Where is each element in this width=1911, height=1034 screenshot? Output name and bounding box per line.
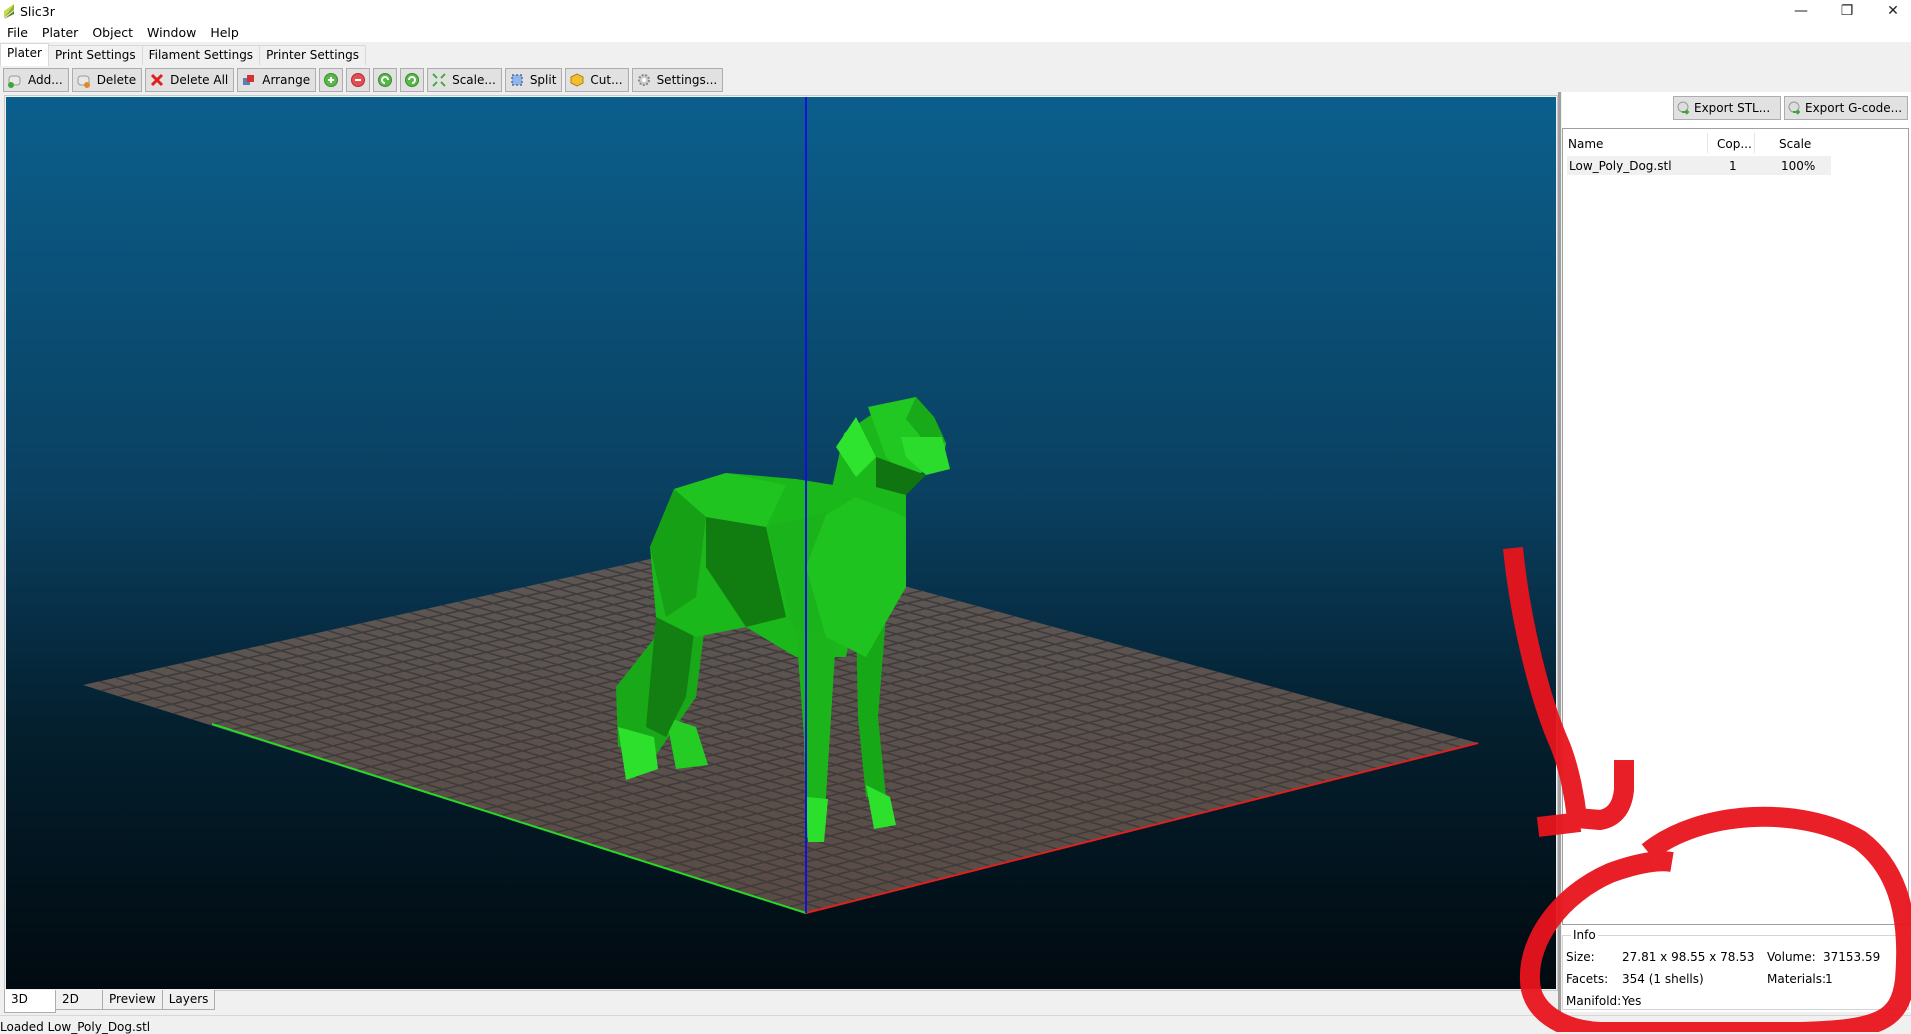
menu-object[interactable]: Object — [85, 24, 140, 42]
title-bar — [0, 0, 1911, 24]
minimize-icon: — — [1794, 3, 1808, 19]
object-list[interactable]: Name Cop... Scale Low_Poly_Dog.stl 1 100… — [1562, 128, 1909, 925]
materials-label: Materials: — [1767, 972, 1827, 986]
object-scale: 100% — [1781, 159, 1816, 173]
volume-label: Volume: — [1767, 950, 1816, 964]
export-gcode-button[interactable]: Export G-code... — [1784, 96, 1908, 120]
volume-value: 37153.59 — [1823, 950, 1881, 964]
tab-filament-settings[interactable]: Filament Settings — [141, 45, 261, 65]
object-name[interactable]: Low_Poly_Dog.stl — [1569, 159, 1672, 173]
tab-preview[interactable]: Preview — [102, 990, 163, 1010]
close-icon: ✕ — [1887, 3, 1899, 19]
split-button[interactable]: Split — [504, 68, 563, 92]
tab-3d[interactable]: 3D — [4, 990, 56, 1013]
cut-box-icon — [570, 73, 584, 87]
materials-value: 1 — [1825, 972, 1833, 986]
panel-splitter[interactable] — [1558, 92, 1561, 1012]
tab-plater[interactable]: Plater — [0, 43, 49, 66]
menu-window[interactable]: Window — [140, 24, 203, 42]
gear-icon — [637, 74, 650, 86]
info-title: Info — [1571, 928, 1598, 942]
delete-object-icon — [77, 75, 90, 88]
arrange-icon — [243, 75, 255, 85]
export-icon — [1677, 101, 1690, 115]
more-copies-button[interactable] — [319, 68, 344, 92]
arrange-label: Arrange — [262, 73, 311, 87]
main-tabs: Plater Print Settings Filament Settings … — [0, 43, 1911, 66]
delete-label: Delete — [96, 73, 137, 87]
column-header-copies[interactable]: Cop... — [1717, 137, 1752, 151]
delete-all-button[interactable]: Delete All — [145, 68, 235, 92]
cut-button[interactable]: Cut... — [565, 68, 629, 92]
column-separator — [1707, 133, 1708, 153]
add-object-icon — [8, 75, 21, 88]
add-button[interactable]: Add... — [3, 68, 69, 92]
add-label: Add... — [28, 73, 63, 87]
export-icon — [1788, 101, 1801, 115]
settings-button[interactable]: Settings... — [631, 68, 724, 92]
tab-printer-settings[interactable]: Printer Settings — [259, 45, 367, 65]
scale-button[interactable]: Scale... — [427, 68, 502, 92]
size-value: 27.81 x 98.55 x 78.53 — [1622, 950, 1755, 964]
column-separator — [1754, 133, 1755, 153]
object-copies: 1 — [1729, 159, 1737, 173]
menu-help[interactable]: Help — [203, 24, 246, 42]
split-label: Split — [529, 73, 557, 87]
menu-file[interactable]: File — [0, 24, 35, 42]
facets-value: 354 (1 shells) — [1622, 972, 1704, 986]
rotate-ccw-icon — [378, 73, 393, 87]
restore-button[interactable]: ❐ — [1824, 0, 1870, 22]
column-header-scale[interactable]: Scale — [1779, 137, 1811, 151]
size-label: Size: — [1566, 950, 1595, 964]
rotate-left-button[interactable] — [373, 68, 398, 92]
scale-arrows-icon — [432, 73, 446, 87]
menu-plater[interactable]: Plater — [35, 24, 85, 42]
3d-scene[interactable] — [6, 97, 1556, 989]
column-header-name[interactable]: Name — [1568, 137, 1603, 151]
tab-layers[interactable]: Layers — [161, 990, 216, 1010]
plater-toolbar: Add... Delete Delete All Arrange Scale..… — [3, 68, 724, 92]
arrange-button[interactable]: Arrange — [237, 68, 317, 92]
delete-all-label: Delete All — [170, 73, 229, 87]
split-icon — [511, 74, 523, 86]
3d-viewport[interactable] — [6, 97, 1556, 989]
plus-circle-icon — [324, 73, 339, 87]
tab-print-settings[interactable]: Print Settings — [47, 45, 143, 65]
settings-label: Settings... — [656, 73, 718, 87]
cut-label: Cut... — [590, 73, 623, 87]
scale-label: Scale... — [452, 73, 496, 87]
red-x-icon — [151, 73, 164, 87]
window-title: Slic3r — [20, 4, 55, 19]
minimize-button[interactable]: — — [1778, 0, 1824, 22]
close-button[interactable]: ✕ — [1870, 0, 1911, 22]
rotate-cw-icon — [405, 73, 420, 87]
minus-circle-icon — [351, 73, 366, 87]
export-gcode-label: Export G-code... — [1805, 101, 1903, 115]
manifold-label: Manifold: — [1566, 994, 1622, 1008]
restore-icon: ❐ — [1840, 3, 1854, 19]
rotate-right-button[interactable] — [400, 68, 425, 92]
export-stl-label: Export STL... — [1694, 101, 1771, 115]
tab-2d[interactable]: 2D — [55, 990, 103, 1010]
status-bar — [0, 1015, 1911, 1033]
facets-label: Facets: — [1566, 972, 1609, 986]
menu-bar: File Plater Object Window Help — [0, 24, 1911, 42]
manifold-value: Yes — [1622, 994, 1642, 1008]
slic3r-logo-icon — [4, 4, 14, 19]
view-tabs: 3D 2D Preview Layers — [4, 990, 216, 1014]
delete-button[interactable]: Delete — [71, 68, 143, 92]
export-stl-button[interactable]: Export STL... — [1673, 96, 1781, 120]
fewer-copies-button[interactable] — [346, 68, 371, 92]
